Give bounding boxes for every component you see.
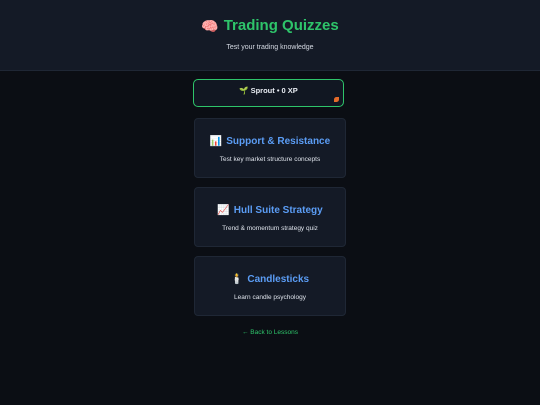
quiz-card-description: Test key market structure concepts bbox=[219, 156, 321, 163]
quiz-page: 🧠 Trading Quizzes Test your trading know… bbox=[0, 0, 540, 405]
quiz-card-hull-suite[interactable]: 📈 Hull Suite Strategy Trend & momentum s… bbox=[194, 187, 346, 247]
brain-icon: 🧠 bbox=[201, 17, 219, 34]
bar-chart-icon: 📊 bbox=[209, 135, 223, 147]
xp-status-text: 🌱 Sprout • 0 XP bbox=[239, 86, 298, 95]
quiz-card-title-text: Candlesticks bbox=[247, 274, 310, 285]
page-title: 🧠 Trading Quizzes bbox=[0, 17, 540, 34]
quiz-card-title: 📊 Support & Resistance bbox=[195, 136, 345, 147]
page-header: 🧠 Trading Quizzes Test your trading know… bbox=[0, 0, 540, 71]
quiz-card-title: 🕯️ Candlesticks bbox=[195, 274, 345, 285]
xp-status-box: 🌱 Sprout • 0 XP bbox=[193, 79, 344, 107]
quiz-card-title: 📈 Hull Suite Strategy bbox=[195, 205, 345, 216]
leaf-icon bbox=[334, 97, 339, 102]
quiz-card-description: Trend & momentum strategy quiz bbox=[222, 225, 318, 232]
quiz-card-title-text: Support & Resistance bbox=[226, 136, 331, 147]
page-title-text: Trading Quizzes bbox=[223, 17, 339, 34]
quiz-card-support-resistance[interactable]: 📊 Support & Resistance Test key market s… bbox=[194, 118, 346, 178]
back-to-lessons-link[interactable]: ← Back to Lessons bbox=[0, 329, 540, 336]
quiz-card-candlesticks[interactable]: 🕯️ Candlesticks Learn candle psychology bbox=[194, 256, 346, 316]
trend-chart-icon: 📈 bbox=[217, 204, 230, 216]
page-subtitle: Test your trading knowledge bbox=[226, 44, 314, 51]
quiz-card-description: Learn candle psychology bbox=[234, 294, 306, 301]
candle-icon: 🕯️ bbox=[230, 273, 244, 285]
quiz-card-title-text: Hull Suite Strategy bbox=[233, 205, 323, 216]
